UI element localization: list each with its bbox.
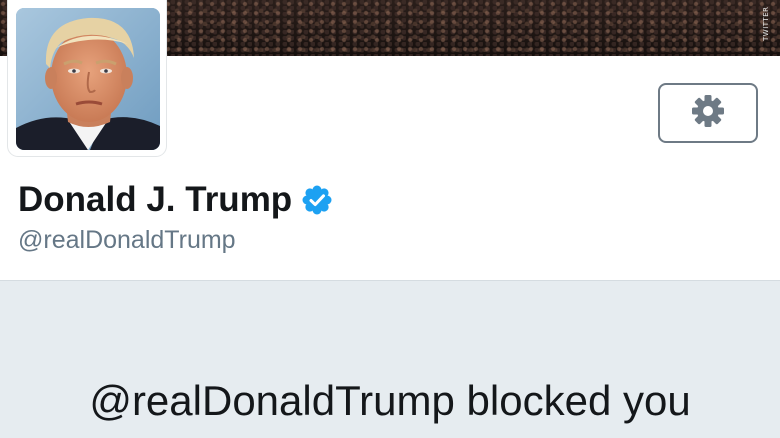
- avatar[interactable]: [8, 0, 166, 156]
- twitter-profile-screen: TWITTER Donald J. Trump @realDonaldTrump…: [0, 0, 780, 438]
- profile-name: Donald J. Trump: [18, 180, 293, 219]
- profile-handle: @realDonaldTrump: [18, 226, 236, 254]
- settings-button[interactable]: [658, 83, 758, 143]
- profile-photo: [16, 8, 160, 150]
- blocked-notice-text: @realDonaldTrump blocked you: [89, 377, 691, 424]
- verified-badge-icon: [302, 185, 332, 215]
- source-watermark: TWITTER: [762, 6, 770, 42]
- gear-icon: [691, 94, 725, 133]
- blocked-notice-panel: @realDonaldTrump blocked you: [0, 280, 780, 438]
- profile-name-row: Donald J. Trump: [18, 179, 332, 221]
